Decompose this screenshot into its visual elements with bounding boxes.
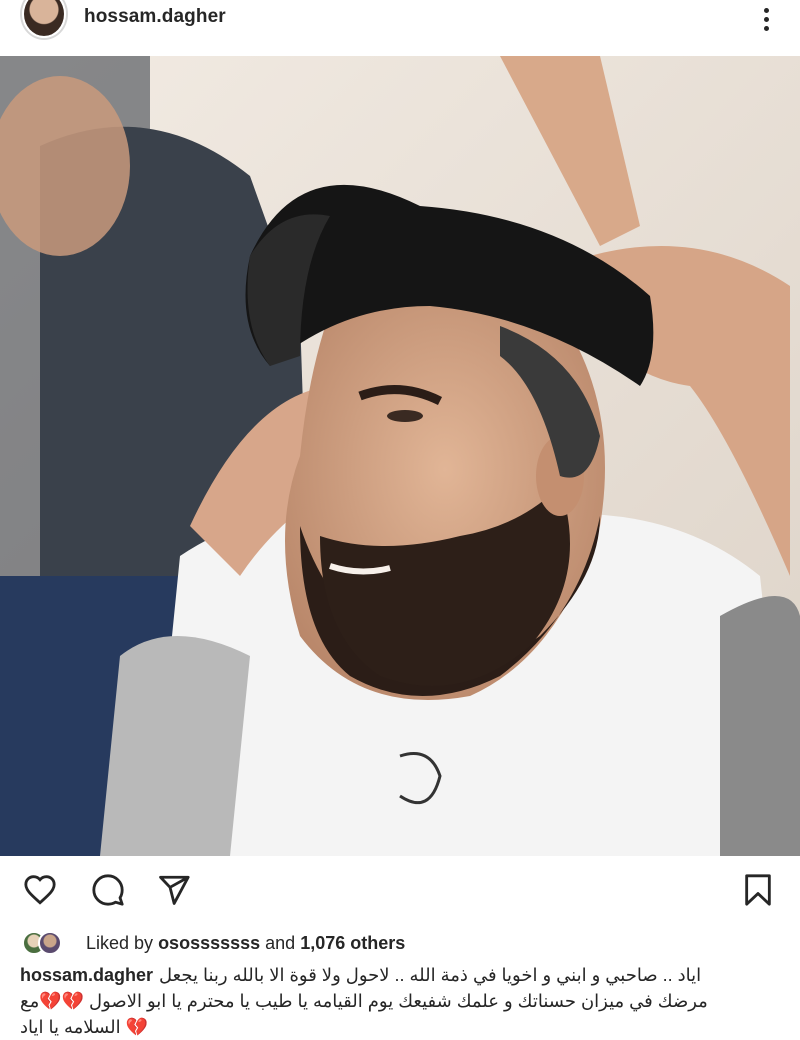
caption-text-1: اياد .. صاحبي و ابني و اخويا في ذمة الله… [159, 965, 702, 985]
post-photo[interactable] [0, 56, 800, 856]
post-username[interactable]: hossam.dagher [84, 6, 226, 28]
liker-avatar [38, 931, 62, 955]
caption-text-3: 💔 السلامه يا اياد [20, 1017, 148, 1037]
photo-illustration [0, 56, 800, 856]
profile-avatar[interactable] [18, 0, 70, 42]
bookmark-icon[interactable] [740, 872, 776, 908]
send-icon[interactable] [156, 872, 192, 908]
caption-line-2: مرضك في ميزان حسناتك و علمك شفيعك يوم ال… [20, 988, 780, 1014]
caption-username[interactable]: hossam.dagher [20, 962, 153, 988]
comment-icon[interactable] [90, 872, 126, 908]
likes-row: Liked by ososssssss and 1,076 others [22, 930, 405, 956]
likes-text: Liked by ososssssss and 1,076 others [86, 933, 405, 954]
caption-text-2: مرضك في ميزان حسناتك و علمك شفيعك يوم ال… [20, 991, 708, 1011]
caption-line-3: 💔 السلامه يا اياد [20, 1014, 780, 1040]
caption-line-1: hossam.dagher اياد .. صاحبي و ابني و اخو… [20, 962, 780, 988]
heart-icon[interactable] [22, 872, 58, 908]
liker-username[interactable]: ososssssss [158, 933, 260, 953]
likes-count[interactable]: 1,076 others [300, 933, 405, 953]
post-header: hossam.dagher [0, 0, 800, 56]
liker-avatars [22, 930, 76, 956]
avatar-image [22, 0, 66, 38]
action-bar [0, 862, 800, 918]
post-caption: hossam.dagher اياد .. صاحبي و ابني و اخو… [20, 962, 780, 1040]
likes-prefix: Liked by [86, 932, 154, 953]
likes-middle: and [265, 932, 296, 953]
more-options-icon[interactable] [752, 4, 780, 34]
